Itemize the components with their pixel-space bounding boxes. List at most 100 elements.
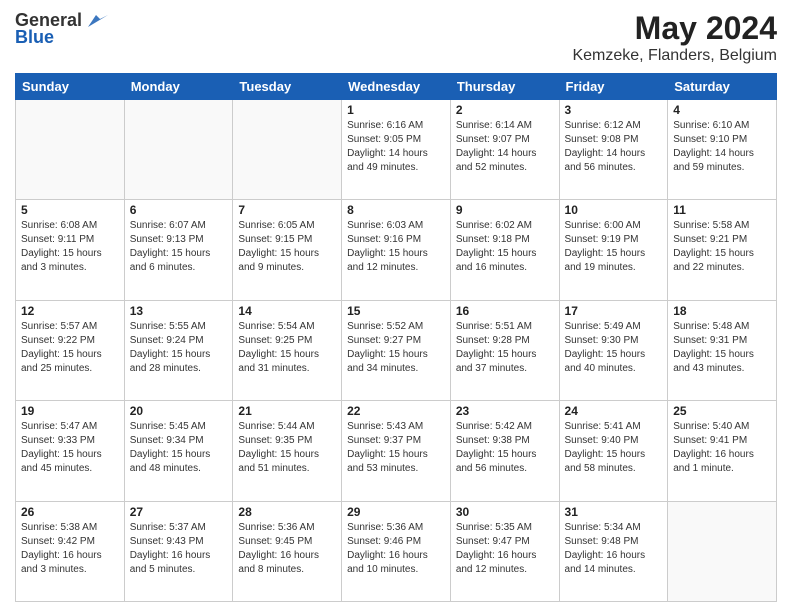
day-number: 26 <box>21 505 119 519</box>
calendar-cell: 27 Sunrise: 5:37 AMSunset: 9:43 PMDayligh… <box>124 501 233 601</box>
day-info: Sunrise: 5:57 AMSunset: 9:22 PMDaylight:… <box>21 320 119 376</box>
day-info: Sunrise: 6:10 AMSunset: 9:10 PMDaylight:… <box>673 119 771 175</box>
day-number: 7 <box>238 203 336 217</box>
calendar-cell: 16 Sunrise: 5:51 AMSunset: 9:28 PMDayligh… <box>450 300 559 400</box>
day-number: 28 <box>238 505 336 519</box>
day-number: 8 <box>347 203 445 217</box>
calendar-cell: 15 Sunrise: 5:52 AMSunset: 9:27 PMDayligh… <box>342 300 451 400</box>
title-block: May 2024 Kemzeke, Flanders, Belgium <box>572 10 777 65</box>
calendar-cell <box>233 100 342 200</box>
calendar-cell: 29Sunrise: 5:36 AMSunset: 9:46 PMDayligh… <box>342 501 451 601</box>
calendar-cell: 12 Sunrise: 5:57 AMSunset: 9:22 PMDayligh… <box>16 300 125 400</box>
logo: General Blue <box>15 10 108 48</box>
main-title: May 2024 <box>572 10 777 47</box>
calendar-header-row: SundayMondayTuesdayWednesdayThursdayFrid… <box>16 74 777 100</box>
day-info: Sunrise: 6:08 AMSunset: 9:11 PMDaylight:… <box>21 219 119 275</box>
day-number: 6 <box>130 203 228 217</box>
calendar-cell: 1 Sunrise: 6:16 AMSunset: 9:05 PMDaylight… <box>342 100 451 200</box>
day-info: Sunrise: 6:05 AMSunset: 9:15 PMDaylight:… <box>238 219 336 275</box>
day-number: 1 <box>347 103 445 117</box>
day-number: 14 <box>238 304 336 318</box>
calendar-header-thursday: Thursday <box>450 74 559 100</box>
calendar-cell <box>16 100 125 200</box>
day-info: Sunrise: 6:16 AMSunset: 9:05 PMDaylight:… <box>347 119 445 175</box>
day-info: Sunrise: 5:47 AMSunset: 9:33 PMDaylight:… <box>21 420 119 476</box>
day-number: 11 <box>673 203 771 217</box>
day-info: Sunrise: 5:36 AMSunset: 9:46 PMDaylight:… <box>347 521 445 577</box>
calendar-header-monday: Monday <box>124 74 233 100</box>
day-number: 16 <box>456 304 554 318</box>
calendar-cell: 9 Sunrise: 6:02 AMSunset: 9:18 PMDaylight… <box>450 200 559 300</box>
calendar-header-friday: Friday <box>559 74 668 100</box>
page: General Blue May 2024 Kemzeke, Flanders,… <box>0 0 792 612</box>
day-info: Sunrise: 6:12 AMSunset: 9:08 PMDaylight:… <box>565 119 663 175</box>
week-row-5: 26Sunrise: 5:38 AMSunset: 9:42 PMDayligh… <box>16 501 777 601</box>
day-info: Sunrise: 5:41 AMSunset: 9:40 PMDaylight:… <box>565 420 663 476</box>
day-number: 20 <box>130 404 228 418</box>
day-info: Sunrise: 5:48 AMSunset: 9:31 PMDaylight:… <box>673 320 771 376</box>
calendar-cell: 31Sunrise: 5:34 AMSunset: 9:48 PMDayligh… <box>559 501 668 601</box>
calendar-cell <box>124 100 233 200</box>
day-number: 5 <box>21 203 119 217</box>
logo-blue-text: Blue <box>15 27 54 48</box>
calendar-header-tuesday: Tuesday <box>233 74 342 100</box>
calendar-cell: 10 Sunrise: 6:00 AMSunset: 9:19 PMDayligh… <box>559 200 668 300</box>
calendar: SundayMondayTuesdayWednesdayThursdayFrid… <box>15 73 777 602</box>
day-info: Sunrise: 6:07 AMSunset: 9:13 PMDaylight:… <box>130 219 228 275</box>
calendar-cell: 6 Sunrise: 6:07 AMSunset: 9:13 PMDaylight… <box>124 200 233 300</box>
day-info: Sunrise: 6:00 AMSunset: 9:19 PMDaylight:… <box>565 219 663 275</box>
calendar-cell: 21 Sunrise: 5:44 AMSunset: 9:35 PMDayligh… <box>233 401 342 501</box>
calendar-cell: 7 Sunrise: 6:05 AMSunset: 9:15 PMDaylight… <box>233 200 342 300</box>
day-number: 25 <box>673 404 771 418</box>
day-info: Sunrise: 5:49 AMSunset: 9:30 PMDaylight:… <box>565 320 663 376</box>
calendar-cell: 20 Sunrise: 5:45 AMSunset: 9:34 PMDayligh… <box>124 401 233 501</box>
calendar-cell: 19 Sunrise: 5:47 AMSunset: 9:33 PMDayligh… <box>16 401 125 501</box>
day-info: Sunrise: 6:14 AMSunset: 9:07 PMDaylight:… <box>456 119 554 175</box>
day-number: 2 <box>456 103 554 117</box>
day-number: 9 <box>456 203 554 217</box>
calendar-cell: 14 Sunrise: 5:54 AMSunset: 9:25 PMDayligh… <box>233 300 342 400</box>
day-number: 12 <box>21 304 119 318</box>
calendar-cell: 13Sunrise: 5:55 AMSunset: 9:24 PMDayligh… <box>124 300 233 400</box>
day-info: Sunrise: 5:35 AMSunset: 9:47 PMDaylight:… <box>456 521 554 577</box>
day-info: Sunrise: 6:02 AMSunset: 9:18 PMDaylight:… <box>456 219 554 275</box>
week-row-4: 19 Sunrise: 5:47 AMSunset: 9:33 PMDayligh… <box>16 401 777 501</box>
calendar-cell: 2 Sunrise: 6:14 AMSunset: 9:07 PMDaylight… <box>450 100 559 200</box>
calendar-cell: 5 Sunrise: 6:08 AMSunset: 9:11 PMDaylight… <box>16 200 125 300</box>
week-row-2: 5 Sunrise: 6:08 AMSunset: 9:11 PMDaylight… <box>16 200 777 300</box>
day-number: 31 <box>565 505 663 519</box>
day-info: Sunrise: 5:44 AMSunset: 9:35 PMDaylight:… <box>238 420 336 476</box>
header: General Blue May 2024 Kemzeke, Flanders,… <box>15 10 777 65</box>
week-row-3: 12 Sunrise: 5:57 AMSunset: 9:22 PMDayligh… <box>16 300 777 400</box>
day-info: Sunrise: 5:58 AMSunset: 9:21 PMDaylight:… <box>673 219 771 275</box>
day-info: Sunrise: 5:52 AMSunset: 9:27 PMDaylight:… <box>347 320 445 376</box>
day-number: 21 <box>238 404 336 418</box>
day-number: 10 <box>565 203 663 217</box>
day-number: 15 <box>347 304 445 318</box>
calendar-header-saturday: Saturday <box>668 74 777 100</box>
day-number: 23 <box>456 404 554 418</box>
calendar-cell: 28 Sunrise: 5:36 AMSunset: 9:45 PMDayligh… <box>233 501 342 601</box>
calendar-cell: 11 Sunrise: 5:58 AMSunset: 9:21 PMDayligh… <box>668 200 777 300</box>
day-number: 3 <box>565 103 663 117</box>
day-number: 27 <box>130 505 228 519</box>
day-info: Sunrise: 5:36 AMSunset: 9:45 PMDaylight:… <box>238 521 336 577</box>
logo-bird-icon <box>84 11 108 31</box>
calendar-cell: 26Sunrise: 5:38 AMSunset: 9:42 PMDayligh… <box>16 501 125 601</box>
day-info: Sunrise: 5:54 AMSunset: 9:25 PMDaylight:… <box>238 320 336 376</box>
calendar-cell: 17 Sunrise: 5:49 AMSunset: 9:30 PMDayligh… <box>559 300 668 400</box>
day-number: 24 <box>565 404 663 418</box>
day-info: Sunrise: 6:03 AMSunset: 9:16 PMDaylight:… <box>347 219 445 275</box>
week-row-1: 1 Sunrise: 6:16 AMSunset: 9:05 PMDaylight… <box>16 100 777 200</box>
calendar-header-sunday: Sunday <box>16 74 125 100</box>
day-number: 4 <box>673 103 771 117</box>
calendar-cell: 22Sunrise: 5:43 AMSunset: 9:37 PMDayligh… <box>342 401 451 501</box>
day-number: 17 <box>565 304 663 318</box>
day-number: 22 <box>347 404 445 418</box>
day-info: Sunrise: 5:37 AMSunset: 9:43 PMDaylight:… <box>130 521 228 577</box>
day-info: Sunrise: 5:45 AMSunset: 9:34 PMDaylight:… <box>130 420 228 476</box>
day-number: 19 <box>21 404 119 418</box>
calendar-cell: 8 Sunrise: 6:03 AMSunset: 9:16 PMDaylight… <box>342 200 451 300</box>
day-number: 18 <box>673 304 771 318</box>
day-info: Sunrise: 5:51 AMSunset: 9:28 PMDaylight:… <box>456 320 554 376</box>
